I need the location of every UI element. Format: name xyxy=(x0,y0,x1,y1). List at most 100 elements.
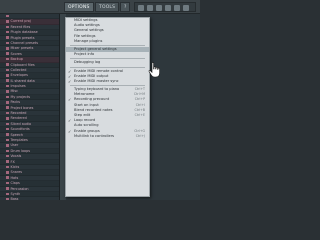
browser-item-label: Recorded xyxy=(10,111,27,116)
browser-item[interactable]: Bass xyxy=(0,197,59,200)
menu-item-label: Enable MIDI master sync xyxy=(74,78,119,83)
browser-item-label: Packs xyxy=(10,100,21,105)
folder-icon xyxy=(6,74,9,77)
top-toolbar: OPTIONS TOOLS ? xyxy=(0,0,200,14)
folder-icon xyxy=(6,111,9,115)
menu-item-label: Project info xyxy=(74,52,95,57)
menu-item[interactable]: ✓ Enable MIDI master sync xyxy=(66,79,149,84)
folder-icon xyxy=(6,117,9,120)
folder-icon xyxy=(6,95,9,99)
folder-icon xyxy=(6,122,9,126)
folder-icon xyxy=(6,36,9,39)
toolbar-button-icon[interactable] xyxy=(156,5,162,11)
folder-icon xyxy=(6,127,9,131)
options-menu-tab[interactable]: OPTIONS xyxy=(64,2,94,12)
browser-item-label: Kicks xyxy=(10,164,20,169)
toolbar-button-icon[interactable] xyxy=(165,5,171,11)
browser-item-label: Impulses xyxy=(10,84,26,89)
menu-item-label: Enable MIDI remote control xyxy=(74,68,124,73)
hand-cursor-icon xyxy=(148,62,160,78)
menu-separator xyxy=(70,85,145,87)
browser-item-label: IL shared data xyxy=(10,78,35,83)
folder-icon xyxy=(6,187,9,190)
folder-icon xyxy=(6,20,9,23)
menu-item-label: MIDI settings xyxy=(74,18,98,22)
checkmark-icon: ✓ xyxy=(68,78,72,84)
menu-separator xyxy=(70,66,145,68)
toolbar-button-icon[interactable] xyxy=(183,5,189,11)
browser-item-label: Recent files xyxy=(10,24,31,29)
folder-icon xyxy=(6,30,9,34)
folder-icon xyxy=(6,79,9,82)
folder-icon xyxy=(6,138,9,142)
folder-icon xyxy=(6,47,9,50)
browser-item-label: Channel presets xyxy=(10,40,39,45)
menu-item-label: Enable groups xyxy=(74,128,100,133)
folder-icon xyxy=(6,171,9,174)
toolbar-button-icon[interactable] xyxy=(138,5,144,11)
menu-item[interactable]: Manage plugins xyxy=(66,39,149,44)
menu-item[interactable]: Debugging log xyxy=(66,60,149,65)
menu-item-label: Blend recorded notes xyxy=(74,107,113,112)
folder-icon xyxy=(6,165,9,169)
menu-item[interactable]: Multilink to controllers Ctrl+J xyxy=(66,134,149,139)
browser-item-label: Bass xyxy=(10,197,19,200)
app-window: OPTIONS TOOLS ? Current proj Recent files… xyxy=(0,0,200,200)
browser-item-label: My projects xyxy=(10,94,31,99)
browser-item-label: Templates xyxy=(10,137,28,142)
menu-item-label: Step edit xyxy=(74,113,91,117)
menu-item-label: Debugging log xyxy=(74,60,101,65)
browser-item-label: Mixer presets xyxy=(10,46,34,51)
menu-separator xyxy=(70,58,145,60)
folder-icon xyxy=(6,149,9,153)
menu-item-label: Recording precount xyxy=(74,97,110,102)
folder-icon xyxy=(6,133,9,136)
menu-item-label: Project general settings xyxy=(74,46,117,51)
browser-item-label: Plugin database xyxy=(10,30,38,35)
menu-item-label: Multilink to controllers xyxy=(74,133,115,138)
menu-item-label: Audio settings xyxy=(74,23,100,28)
folder-icon xyxy=(6,57,9,61)
browser-item-label: Claps xyxy=(10,181,20,186)
browser-item-label: Rendered xyxy=(10,116,27,121)
folder-icon xyxy=(6,63,9,66)
browser-item-label: Plugin presets xyxy=(10,35,35,40)
browser-item-label: Vocals xyxy=(10,154,22,159)
browser-item-label: Scores xyxy=(10,51,22,56)
folder-icon xyxy=(6,106,9,109)
menu-separator xyxy=(70,44,145,46)
folder-icon xyxy=(6,52,9,55)
toolbar-button-icon[interactable] xyxy=(147,5,153,11)
help-menu-tab[interactable]: ? xyxy=(120,2,130,12)
menu-item[interactable]: Project info xyxy=(66,52,149,57)
browser-item-label: FX xyxy=(10,159,15,164)
folder-icon xyxy=(6,68,9,72)
menu-item-label: File settings xyxy=(74,33,96,38)
browser-item-label: Project bones xyxy=(10,105,34,110)
menu-item-label: Auto scrolling xyxy=(74,123,99,128)
menu-item-label: Metronome xyxy=(74,92,95,97)
options-dropdown-menu: MIDI settings Audio settings General setti… xyxy=(65,17,150,197)
browser-item-label: Speech xyxy=(10,132,24,137)
browser-item-label: Percussion xyxy=(10,186,29,191)
menu-item-label: Loop record xyxy=(74,118,96,123)
folder-icon xyxy=(6,192,9,196)
folder-icon xyxy=(6,14,9,18)
transport-toolbar xyxy=(134,2,196,12)
browser-item-label: Misc xyxy=(10,89,19,94)
browser-item-label: User xyxy=(10,143,19,148)
browser-item-label: Soundfonts xyxy=(10,127,30,132)
folder-icon xyxy=(6,101,9,104)
folder-icon xyxy=(6,25,9,29)
browser-item-label: Sliced audio xyxy=(10,121,32,126)
menu-item-shortcut: Ctrl+J xyxy=(135,133,145,138)
folder-icon xyxy=(6,144,9,147)
folder-icon xyxy=(6,160,9,163)
folder-icon xyxy=(6,181,9,185)
browser-panel: Current proj Recent files Plugin database P… xyxy=(0,14,60,200)
folder-icon xyxy=(6,41,9,45)
browser-item-label: Drum loops xyxy=(10,148,31,153)
tools-menu-tab[interactable]: TOOLS xyxy=(95,2,119,12)
toolbar-button-icon[interactable] xyxy=(174,5,180,11)
menu-item-label: Manage plugins xyxy=(74,38,103,43)
